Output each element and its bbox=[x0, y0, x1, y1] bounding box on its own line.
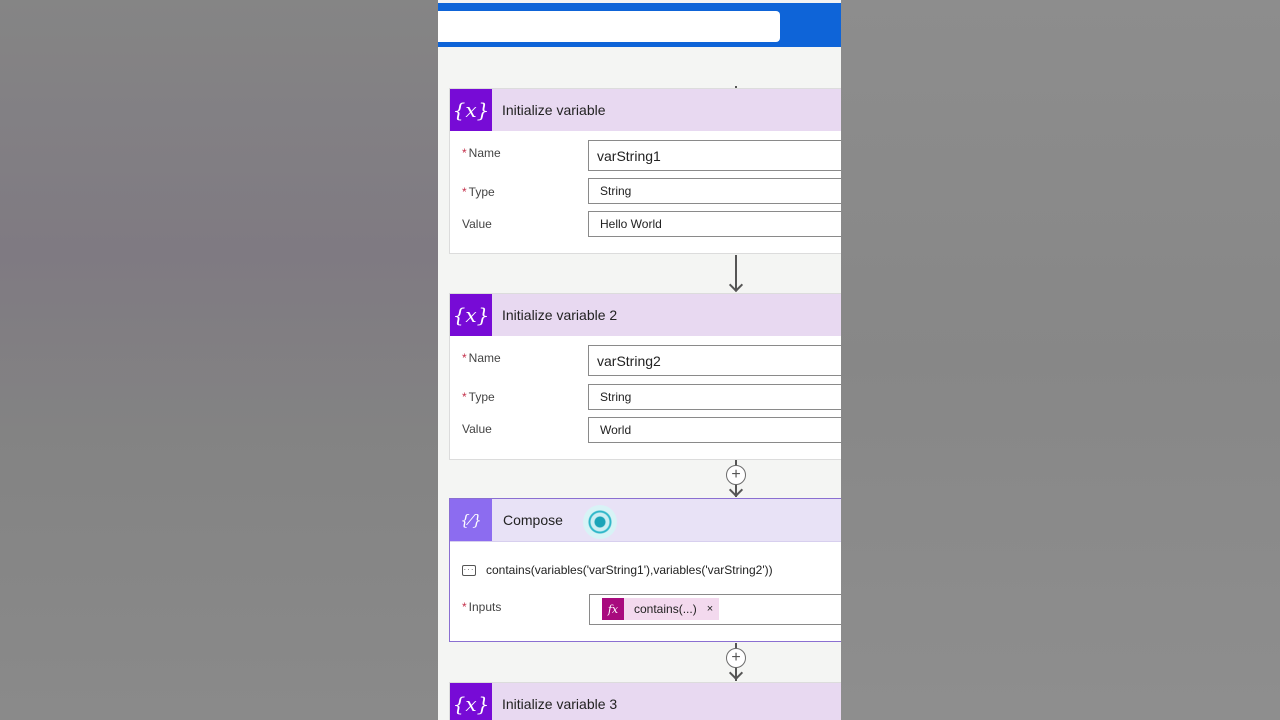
inputs-label: * Inputs bbox=[462, 600, 502, 614]
value-input[interactable]: Hello World bbox=[588, 211, 841, 237]
background-right bbox=[841, 0, 1280, 720]
card-title: Initialize variable 2 bbox=[502, 307, 618, 323]
card-header[interactable]: {x} Initialize variable 2 bbox=[450, 294, 841, 336]
type-label: * Type bbox=[462, 185, 495, 199]
background-left bbox=[0, 0, 438, 720]
variable-icon: {x} bbox=[450, 89, 492, 131]
type-select[interactable]: String bbox=[588, 178, 841, 204]
name-input[interactable]: varString2 bbox=[588, 345, 841, 376]
card-title: Initialize variable 3 bbox=[502, 696, 618, 712]
comment-icon: ··· bbox=[462, 564, 476, 576]
card-header[interactable]: {x} Initialize variable 3 bbox=[450, 683, 841, 720]
variable-icon: {x} bbox=[450, 683, 492, 720]
remove-token-icon[interactable]: × bbox=[707, 603, 713, 615]
fx-icon: fx bbox=[602, 598, 624, 620]
card-header[interactable]: {⁄} Compose bbox=[450, 499, 841, 542]
variable-icon: {x} bbox=[450, 294, 492, 336]
inputs-field[interactable]: fx contains(...) × bbox=[589, 594, 841, 625]
comment-row: ··· contains(variables('varString1'),var… bbox=[462, 563, 773, 577]
search-box[interactable] bbox=[438, 11, 780, 42]
token-label: contains(...) bbox=[634, 602, 697, 616]
action-card-initialize-variable[interactable]: {x} Initialize variable * Name varString1… bbox=[449, 88, 841, 254]
name-label: * Name bbox=[462, 351, 501, 365]
card-title: Initialize variable bbox=[502, 102, 606, 118]
top-bar bbox=[438, 0, 841, 47]
value-label: Value bbox=[462, 422, 492, 436]
action-card-initialize-variable-3[interactable]: {x} Initialize variable 3 bbox=[449, 682, 841, 720]
compose-icon: {⁄} bbox=[450, 499, 492, 541]
name-input[interactable]: varString1 bbox=[588, 140, 841, 171]
action-card-compose[interactable]: {⁄} Compose ··· contains(variables('varS… bbox=[449, 498, 841, 642]
arrow-down-icon bbox=[728, 665, 744, 681]
arrow-down-icon bbox=[728, 277, 744, 293]
arrow-down-icon bbox=[728, 482, 744, 498]
click-ripple-indicator bbox=[583, 505, 617, 539]
type-select[interactable]: String bbox=[588, 384, 841, 410]
card-header[interactable]: {x} Initialize variable bbox=[450, 89, 841, 131]
type-label: * Type bbox=[462, 390, 495, 404]
card-title: Compose bbox=[503, 512, 563, 528]
expression-token[interactable]: fx contains(...) × bbox=[602, 598, 720, 620]
value-input[interactable]: World bbox=[588, 417, 841, 443]
comment-text: contains(variables('varString1'),variabl… bbox=[486, 563, 773, 577]
name-label: * Name bbox=[462, 146, 501, 160]
value-label: Value bbox=[462, 217, 492, 231]
action-card-initialize-variable-2[interactable]: {x} Initialize variable 2 * Name varStrin… bbox=[449, 293, 841, 460]
flow-designer-canvas: {x} Initialize variable * Name varString1… bbox=[438, 0, 841, 720]
